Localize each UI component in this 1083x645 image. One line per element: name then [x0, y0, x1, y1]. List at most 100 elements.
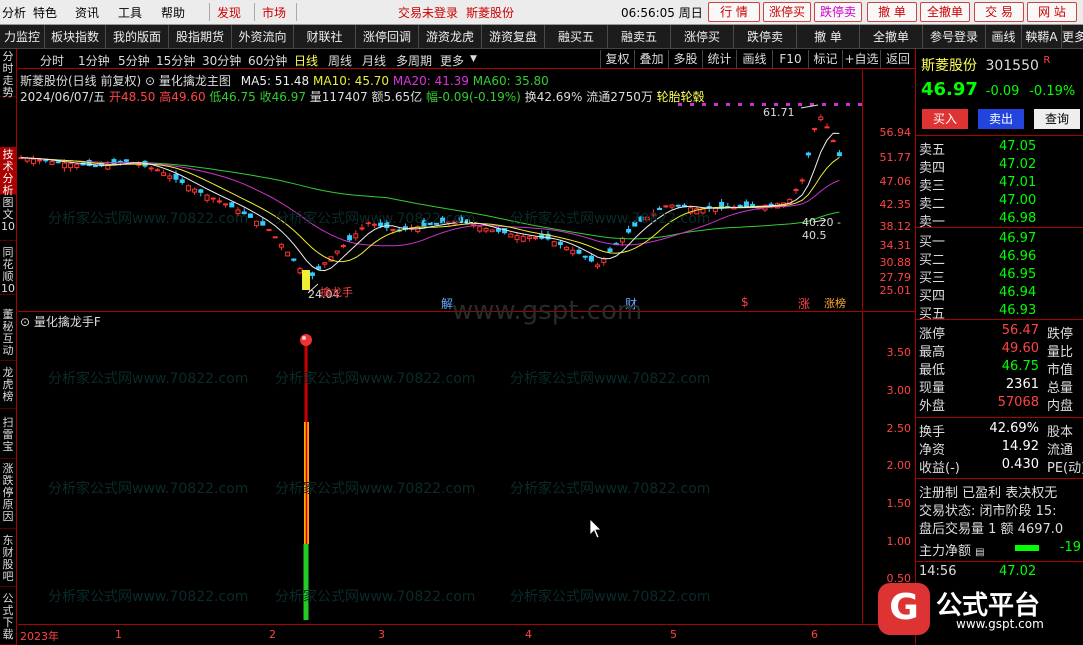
period-60min[interactable]: 60分钟	[248, 52, 287, 69]
ask-row[interactable]: 卖二 47.00	[919, 193, 1081, 212]
ask-price: 47.05	[999, 139, 1037, 154]
bid-row[interactable]: 买二 46.96	[919, 249, 1081, 268]
ask-row[interactable]: 卖五 47.05	[919, 139, 1081, 158]
period-timeshare[interactable]: 分时	[40, 52, 64, 69]
stat-row[interactable]: 现量 2361 总量	[919, 377, 1081, 396]
tool-multi-stock[interactable]: 多股	[668, 50, 702, 69]
toolbar-item[interactable]: 外资流向	[232, 25, 294, 49]
website-button[interactable]: 网 站	[1027, 2, 1077, 22]
menu-analysis[interactable]: 分析	[2, 4, 26, 21]
candle-body	[229, 202, 235, 208]
toolbar-item[interactable]: 游资复盘	[482, 25, 545, 49]
toolbar-item[interactable]: 我的版面	[106, 25, 169, 49]
toolbar-item[interactable]: 跌停卖	[734, 25, 797, 49]
period-multi[interactable]: 多周期	[396, 52, 432, 69]
toolbar-item[interactable]: 板块指数	[45, 25, 106, 49]
toolbar-item[interactable]: 游资龙虎	[419, 25, 482, 49]
sidebar-tab-guba[interactable]: 东财股吧	[0, 533, 16, 587]
tool-f10[interactable]: F10	[772, 50, 808, 69]
menu-market[interactable]: 市场	[262, 4, 286, 21]
menu-news[interactable]: 资讯	[75, 4, 99, 21]
toolbar-item[interactable]: 参号登录	[923, 25, 986, 49]
main-formula-name[interactable]: 量化擒龙主图	[159, 74, 231, 88]
marker-dollar[interactable]: $	[741, 295, 749, 309]
indicator-panel[interactable]: ⊙ 量化擒龙手F	[18, 311, 862, 623]
stat-row[interactable]: 收益(-) 0.430 PE(动)	[919, 457, 1083, 476]
chevron-down-icon[interactable]: ▼	[470, 54, 477, 64]
query-button[interactable]: 查询	[1034, 109, 1080, 129]
stat-row[interactable]: 外盘 57068 内盘	[919, 395, 1081, 414]
toolbar-item[interactable]: 全撤单	[860, 25, 923, 49]
sidebar-tab-secretary[interactable]: 董秘互动	[0, 307, 16, 361]
bid-row[interactable]: 买五 46.93	[919, 303, 1081, 322]
sidebar-tab-formula[interactable]: 公式下载	[0, 591, 16, 645]
period-more[interactable]: 更多	[440, 52, 464, 69]
candle-body	[61, 162, 67, 169]
period-30min[interactable]: 30分钟	[202, 52, 241, 69]
candle-body	[588, 255, 594, 262]
toolbar-item[interactable]: 涨停买	[671, 25, 734, 49]
sidebar-tab-ths10[interactable]: 同花顺10	[0, 245, 16, 295]
login-status[interactable]: 交易未登录	[398, 4, 458, 21]
limit-down-sell-button[interactable]: 跌停卖	[814, 2, 862, 22]
period-15min[interactable]: 15分钟	[156, 52, 195, 69]
bid-row[interactable]: 买四 46.94	[919, 285, 1081, 304]
cancel-all-button[interactable]: 全撤单	[920, 2, 970, 22]
buy-button[interactable]: 买入	[922, 109, 968, 129]
toolbar-item[interactable]: 画线	[986, 25, 1022, 49]
toolbar-item[interactable]: 力监控	[0, 25, 45, 49]
sell-button[interactable]: 卖出	[978, 109, 1024, 129]
tool-mark[interactable]: 标记	[808, 50, 842, 69]
menu-help[interactable]: 帮助	[161, 4, 185, 21]
toolbar-item[interactable]: 鞅鞯A	[1022, 25, 1062, 49]
toolbar-item[interactable]: 融买五	[545, 25, 608, 49]
sidebar-tab-minesweeper[interactable]: 扫雷宝	[0, 415, 16, 459]
stat-row[interactable]: 涨停 56.47 跌停	[919, 323, 1081, 342]
sidebar-tab-timeshare[interactable]: 分时走势	[0, 49, 16, 99]
sidebar-tab-f10[interactable]: 图文10	[0, 195, 16, 241]
tool-restore-rights[interactable]: 复权	[600, 50, 634, 69]
tool-draw[interactable]: 画线	[736, 50, 772, 69]
list-icon[interactable]: ▤	[975, 547, 984, 558]
tool-stats[interactable]: 统计	[702, 50, 736, 69]
marker-limit-up[interactable]: 涨	[798, 295, 810, 312]
cancel-order-button[interactable]: 撤 单	[867, 2, 917, 22]
period-monthly[interactable]: 月线	[362, 52, 386, 69]
period-5min[interactable]: 5分钟	[118, 52, 150, 69]
period-daily[interactable]: 日线	[294, 52, 318, 69]
formula-icon[interactable]: ⊙	[145, 74, 155, 88]
trade-button[interactable]: 交 易	[974, 2, 1024, 22]
tool-overlay[interactable]: 叠加	[634, 50, 668, 69]
toolbar-item[interactable]: 撤 单	[797, 25, 860, 49]
ask-row[interactable]: 卖一 46.98	[919, 211, 1081, 230]
marker-limit-list[interactable]: 涨榜	[824, 295, 846, 311]
stat-label: 最低	[919, 363, 946, 378]
limit-up-buy-button[interactable]: 涨停买	[763, 2, 811, 22]
stat-row[interactable]: 最高 49.60 量比	[919, 341, 1081, 360]
quote-button[interactable]: 行 情	[708, 2, 760, 22]
stat-row[interactable]: 最低 46.75 市值	[919, 359, 1081, 378]
ask-row[interactable]: 卖四 47.02	[919, 157, 1081, 176]
tool-back[interactable]: 返回	[880, 50, 915, 69]
stat-row[interactable]: 换手 42.69% 股本	[919, 421, 1081, 440]
period-weekly[interactable]: 周线	[328, 52, 352, 69]
toolbar-more[interactable]: 更多	[1062, 25, 1083, 49]
ask-row[interactable]: 卖三 47.01	[919, 175, 1081, 194]
toolbar-item[interactable]: 涨停回调	[356, 25, 419, 49]
sidebar-tab-limit-reason[interactable]: 涨跌停原因	[0, 461, 16, 529]
menu-discover[interactable]: 发现	[217, 4, 241, 21]
net-flow-row[interactable]: 主力净额 ▤ -19	[919, 540, 1081, 559]
bid-row[interactable]: 买一 46.97	[919, 231, 1081, 250]
stat-row[interactable]: 净资 14.92 流通	[919, 439, 1081, 458]
sidebar-tab-dragon-tiger[interactable]: 龙虎榜	[0, 365, 16, 409]
tool-add-watch[interactable]: +自选	[842, 50, 880, 69]
menu-tools[interactable]: 工具	[118, 4, 142, 21]
kline-chart[interactable]: 斯菱股份(日线 前复权) ⊙ 量化擒龙主图 MA5: 51.48 MA10: 4…	[18, 70, 862, 312]
menu-features[interactable]: 特色	[33, 4, 57, 21]
period-1min[interactable]: 1分钟	[78, 52, 110, 69]
sidebar-tab-technical[interactable]: 技术分析	[0, 147, 16, 197]
toolbar-item[interactable]: 财联社	[294, 25, 356, 49]
toolbar-item[interactable]: 融卖五	[608, 25, 671, 49]
bid-row[interactable]: 买三 46.95	[919, 267, 1081, 286]
toolbar-item[interactable]: 股指期货	[169, 25, 232, 49]
